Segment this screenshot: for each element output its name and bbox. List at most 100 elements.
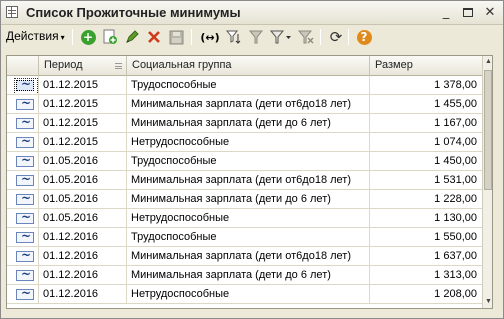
list-window: Список Прожиточные минимумы _ ✕ Действия…: [0, 0, 504, 319]
cell-group: Трудоспособные: [127, 152, 370, 170]
close-button[interactable]: ✕: [482, 5, 498, 21]
table-row[interactable]: 01.05.2016Минимальная зарплата (дети до …: [7, 190, 482, 209]
cell-period: 01.12.2016: [39, 247, 127, 265]
table-row[interactable]: 01.12.2016Трудоспособные 1 550,00: [7, 228, 482, 247]
table-row[interactable]: 01.12.2015Минимальная зарплата (дети от6…: [7, 95, 482, 114]
table-row[interactable]: 01.05.2016Нетрудоспособные 1 130,00: [7, 209, 482, 228]
cell-amount: 1 637,00: [434, 250, 477, 262]
vertical-scrollbar[interactable]: ▲ ▼: [482, 56, 492, 308]
record-icon: [16, 228, 34, 245]
table-header: Период Социальная группа Размер: [7, 56, 482, 76]
record-icon: [16, 266, 34, 283]
record-icon: [16, 209, 34, 226]
cell-period: 01.05.2016: [39, 209, 127, 227]
chevron-down-icon: ▾: [60, 33, 65, 42]
row-icon-cell: [7, 114, 39, 132]
column-header-amount[interactable]: Размер: [370, 56, 482, 76]
table-row[interactable]: 01.12.2016Минимальная зарплата (дети от6…: [7, 247, 482, 266]
toolbar-separator: [348, 29, 349, 45]
save-button[interactable]: [166, 27, 186, 47]
row-icon-cell: [7, 95, 39, 113]
cell-period: 01.05.2016: [39, 190, 127, 208]
cell-amount: 1 228,00: [434, 193, 477, 205]
table-row[interactable]: 01.12.2016Нетрудоспособные 1 208,00: [7, 285, 482, 304]
table-row[interactable]: 01.05.2016Трудоспособные 1 450,00: [7, 152, 482, 171]
record-icon: [16, 171, 34, 188]
cell-amount: 1 167,00: [434, 117, 477, 129]
minimize-button[interactable]: _: [438, 5, 454, 21]
move-button[interactable]: (↔): [198, 27, 222, 47]
window-title: Список Прожиточные минимумы: [26, 5, 241, 20]
cell-period: 01.12.2015: [39, 76, 127, 94]
refresh-icon: ⟳: [329, 28, 343, 46]
scroll-up-icon[interactable]: ▲: [483, 56, 492, 68]
filter-icon: [226, 30, 241, 44]
record-icon: [14, 76, 38, 94]
row-icon-cell: [7, 228, 39, 246]
cell-amount: 1 378,00: [434, 79, 477, 91]
title-bar[interactable]: Список Прожиточные минимумы _ ✕: [1, 1, 503, 25]
filter-dropdown-icon: [270, 30, 291, 44]
record-icon: [16, 133, 34, 150]
edit-button[interactable]: [122, 27, 142, 47]
help-icon: ?: [356, 29, 372, 45]
add-button[interactable]: +: [78, 27, 98, 47]
cell-group: Трудоспособные: [127, 76, 370, 94]
cell-amount: 1 450,00: [434, 155, 477, 167]
refresh-button[interactable]: ⟳: [326, 27, 346, 47]
row-icon-cell: [7, 266, 39, 284]
row-icon-cell: [7, 152, 39, 170]
row-icon-cell: [7, 76, 39, 94]
record-icon: [16, 285, 34, 302]
row-icon-cell: [7, 171, 39, 189]
cell-amount: 1 531,00: [434, 174, 477, 186]
cell-group: Минимальная зарплата (дети до 6 лет): [127, 266, 370, 284]
data-table[interactable]: Период Социальная группа Размер 01.12.20…: [6, 55, 493, 309]
toolbar-separator: [320, 29, 321, 45]
cell-period: 01.12.2015: [39, 133, 127, 151]
filter-dropdown-button[interactable]: [268, 27, 294, 47]
table-icon: [6, 6, 18, 18]
cell-period: 01.12.2015: [39, 95, 127, 113]
row-icon-cell: [7, 209, 39, 227]
cell-amount: 1 130,00: [434, 212, 477, 224]
actions-menu-button[interactable]: Действия ▾: [6, 29, 65, 43]
delete-button[interactable]: [144, 27, 164, 47]
copy-icon: [103, 29, 117, 44]
delete-icon: [148, 31, 160, 43]
table-row[interactable]: 01.12.2015Трудоспособные 1 378,00: [7, 76, 482, 95]
cell-period: 01.05.2016: [39, 171, 127, 189]
cell-amount: 1 550,00: [434, 231, 477, 243]
filter-set-button[interactable]: [246, 27, 266, 47]
cell-period: 01.12.2016: [39, 285, 127, 303]
cell-group: Минимальная зарплата (дети от6до18 лет): [127, 247, 370, 265]
table-row[interactable]: 01.12.2016Минимальная зарплата (дети до …: [7, 266, 482, 285]
copy-button[interactable]: [100, 27, 120, 47]
scrollbar-thumb[interactable]: [484, 70, 492, 190]
table-row[interactable]: 01.05.2016Минимальная зарплата (дети от6…: [7, 171, 482, 190]
cell-group: Нетрудоспособные: [127, 209, 370, 227]
table-row[interactable]: 01.12.2015Нетрудоспособные 1 074,00: [7, 133, 482, 152]
cell-amount: 1 074,00: [434, 136, 477, 148]
cell-amount: 1 313,00: [434, 269, 477, 281]
record-icon: [16, 114, 34, 131]
scroll-down-icon[interactable]: ▼: [483, 296, 492, 308]
filter-clear-button[interactable]: [296, 27, 316, 47]
sort-icon: [115, 63, 122, 69]
toolbar-separator: [72, 29, 73, 45]
column-header-period[interactable]: Период: [39, 56, 127, 76]
cell-group: Нетрудоспособные: [127, 133, 370, 151]
column-header-group[interactable]: Социальная группа: [127, 56, 370, 76]
cell-period: 01.12.2016: [39, 228, 127, 246]
row-icon-cell: [7, 247, 39, 265]
help-button[interactable]: ?: [354, 27, 374, 47]
column-header-icon[interactable]: [7, 56, 39, 76]
filter-set-icon: [248, 30, 264, 44]
row-icon-cell: [7, 133, 39, 151]
cell-group: Минимальная зарплата (дети от6до18 лет): [127, 95, 370, 113]
filter-button[interactable]: [224, 27, 244, 47]
pencil-icon: [126, 30, 139, 43]
maximize-button[interactable]: [460, 5, 476, 21]
table-row[interactable]: 01.12.2015Минимальная зарплата (дети до …: [7, 114, 482, 133]
cell-period: 01.12.2015: [39, 114, 127, 132]
